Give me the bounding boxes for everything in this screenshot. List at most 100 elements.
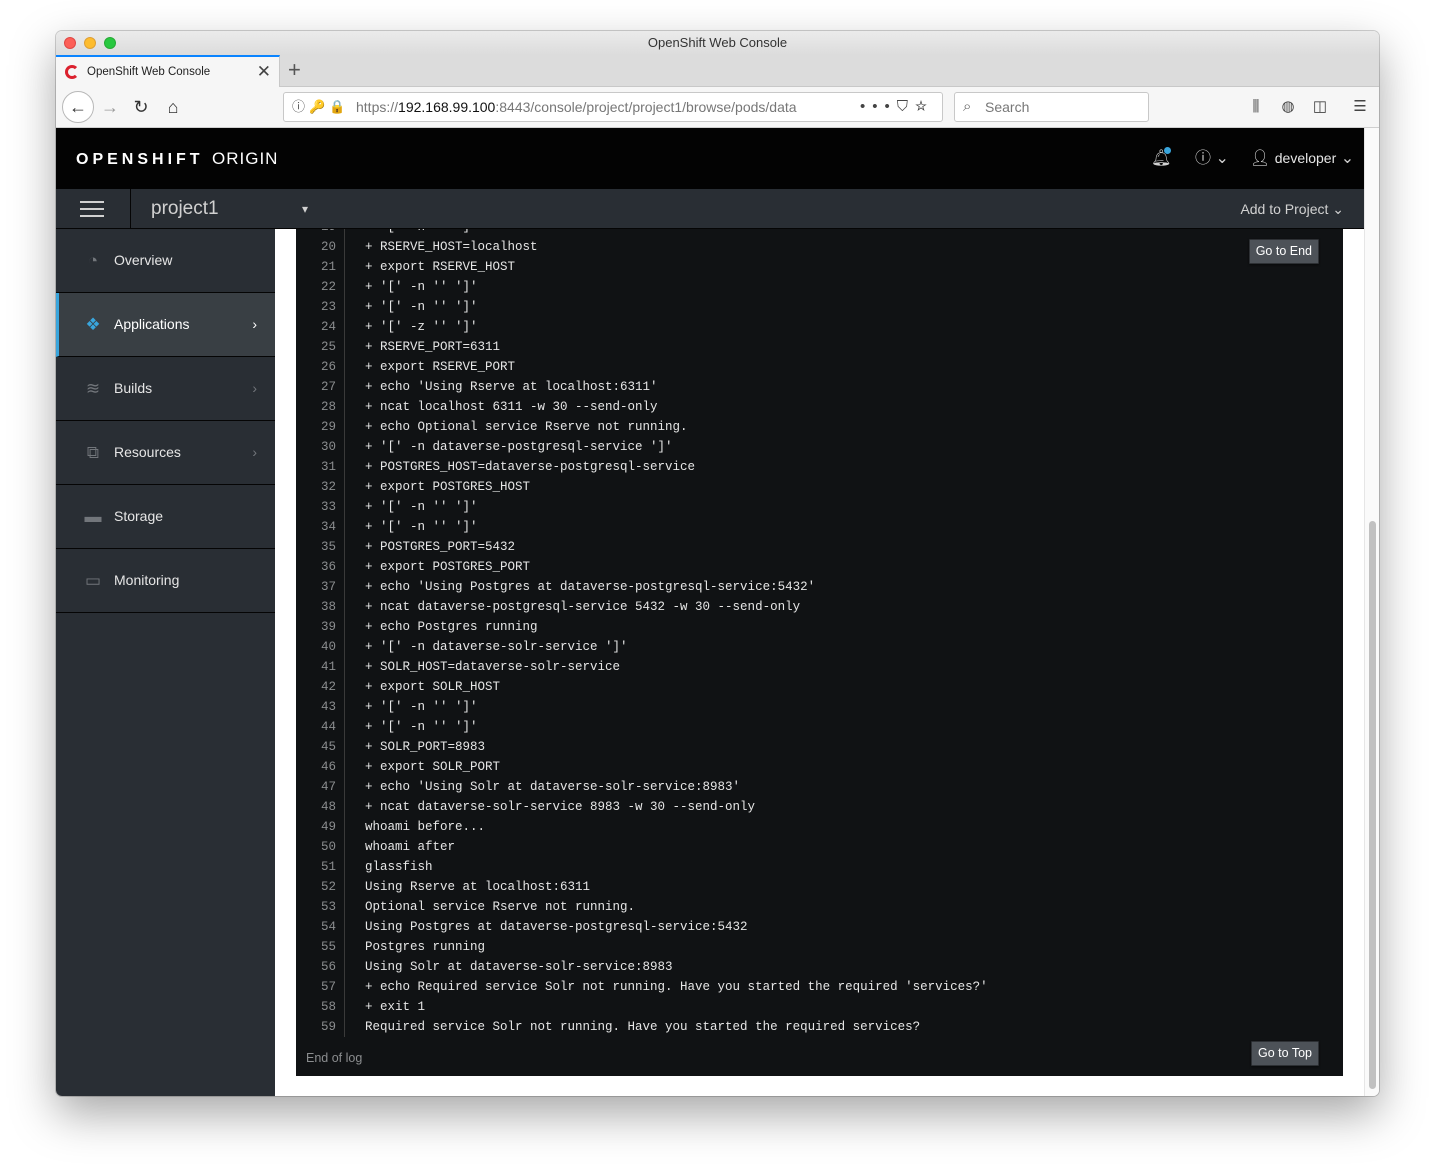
- log-line: 42 + export SOLR_HOST: [296, 677, 1343, 697]
- site-info-icon[interactable]: ⓘ🔑🔒: [292, 93, 349, 121]
- log-line: 54 Using Postgres at dataverse-postgresql…: [296, 917, 1343, 937]
- line-text: Using Solr at dataverse-solr-service:898…: [365, 960, 673, 974]
- line-number: 45: [296, 737, 345, 757]
- user-menu[interactable]: 👤︎ developer ⌄: [1250, 128, 1354, 189]
- close-window-button[interactable]: [64, 37, 76, 49]
- line-number: 55: [296, 937, 345, 957]
- scrollbar-thumb[interactable]: [1369, 521, 1376, 1089]
- line-text: + ncat dataverse-solr-service 8983 -w 30…: [365, 800, 756, 814]
- line-text: + echo 'Using Rserve at localhost:6311': [365, 380, 658, 394]
- line-text: + '[' -z '' ']': [365, 320, 478, 334]
- log-line: 28 + ncat localhost 6311 -w 30 --send-onl…: [296, 397, 1343, 417]
- line-number: 58: [296, 997, 345, 1017]
- log-line: 25 + RSERVE_PORT=6311: [296, 337, 1343, 357]
- line-text: + '[' -n '' ']': [365, 720, 478, 734]
- sidebar-toggle-icon[interactable]: ◫: [1308, 93, 1332, 121]
- home-icon[interactable]: ⌂: [159, 93, 187, 121]
- project-selector[interactable]: project1: [151, 189, 219, 229]
- chevron-down-icon[interactable]: ▾: [302, 189, 308, 229]
- line-number: 39: [296, 617, 345, 637]
- minimize-window-button[interactable]: [84, 37, 96, 49]
- go-to-top-button[interactable]: Go to Top: [1251, 1041, 1319, 1066]
- search-bar[interactable]: ⌕: [954, 92, 1149, 122]
- line-text: + export SOLR_PORT: [365, 760, 501, 774]
- menu-icon[interactable]: ☰: [1348, 93, 1372, 121]
- sidebar-item-overview[interactable]: ◔ Overview: [56, 229, 275, 293]
- line-number: 32: [296, 477, 345, 497]
- chevron-right-icon: ›: [252, 380, 257, 396]
- log-line: 26 + export RSERVE_PORT: [296, 357, 1343, 377]
- sidebar-item-monitoring[interactable]: ▭ Monitoring: [56, 549, 275, 613]
- line-text: whoami before...: [365, 820, 486, 834]
- url-bar[interactable]: ⓘ🔑🔒 https://192.168.99.100:8443/console/…: [283, 92, 943, 122]
- line-text: + '[' -n '' ']': [365, 229, 478, 234]
- sidebar-item-applications[interactable]: ❖ Applications ›: [56, 293, 275, 357]
- line-number: 46: [296, 757, 345, 777]
- line-number: 38: [296, 597, 345, 617]
- dashboard-icon: ◔: [87, 251, 99, 270]
- project-bar: project1 ▾ Add to Project ⌄: [56, 189, 1364, 229]
- notifications-bell-icon[interactable]: 🔔︎: [1151, 128, 1171, 189]
- end-of-log-label: End of log: [306, 1051, 363, 1065]
- sidebar-item-resources[interactable]: ⧉ Resources ›: [56, 421, 275, 485]
- line-number: 47: [296, 777, 345, 797]
- add-to-project-button[interactable]: Add to Project ⌄: [1240, 189, 1344, 229]
- log-line: 46 + export SOLR_PORT: [296, 757, 1343, 777]
- search-input[interactable]: [985, 96, 1140, 118]
- line-number: 23: [296, 297, 345, 317]
- log-line: 52 Using Rserve at localhost:6311: [296, 877, 1343, 897]
- sidebar-item-storage[interactable]: ▬ Storage: [56, 485, 275, 549]
- line-number: 22: [296, 277, 345, 297]
- hamburger-menu-icon[interactable]: [80, 201, 104, 217]
- reload-icon[interactable]: ↻: [127, 93, 155, 121]
- line-text: + '[' -n dataverse-solr-service ']': [365, 640, 628, 654]
- line-number: 43: [296, 697, 345, 717]
- line-number: 57: [296, 977, 345, 997]
- openshift-logo[interactable]: OPENSHIFT ORIGIN: [76, 128, 278, 190]
- page-scrollbar[interactable]: [1364, 128, 1379, 1096]
- line-text: Optional service Rserve not running.: [365, 900, 636, 914]
- page-actions-icon[interactable]: •••⛉☆: [860, 93, 934, 121]
- library-icon[interactable]: ⫼: [1244, 93, 1268, 121]
- browser-tab[interactable]: OpenShift Web Console ✕: [56, 55, 280, 87]
- new-tab-icon[interactable]: +: [288, 57, 301, 83]
- layers-icon: ≋: [85, 379, 101, 398]
- line-number: 29: [296, 417, 345, 437]
- line-text: + echo Optional service Rserve not runni…: [365, 420, 688, 434]
- line-number: 44: [296, 717, 345, 737]
- forward-arrow-icon[interactable]: →: [96, 93, 124, 121]
- line-number: 53: [296, 897, 345, 917]
- back-arrow-icon[interactable]: ←: [62, 91, 94, 123]
- openshift-header: OPENSHIFT ORIGIN 🔔︎ ⓘ ⌄ 👤︎ developer ⌄: [56, 128, 1364, 189]
- url-text[interactable]: https://192.168.99.100:8443/console/proj…: [356, 93, 830, 121]
- line-text: + '[' -n '' ']': [365, 520, 478, 534]
- line-number: 31: [296, 457, 345, 477]
- maximize-window-button[interactable]: [104, 37, 116, 49]
- divider: [130, 189, 131, 229]
- sidebar-item-label: Storage: [114, 508, 164, 524]
- cubes-icon: ❖: [85, 315, 101, 334]
- openshift-favicon-icon: [65, 65, 79, 79]
- line-text: whoami after: [365, 840, 456, 854]
- line-text: + RSERVE_HOST=localhost: [365, 240, 538, 254]
- log-line: 27 + echo 'Using Rserve at localhost:6311…: [296, 377, 1343, 397]
- line-number: 28: [296, 397, 345, 417]
- close-tab-icon[interactable]: ✕: [257, 62, 271, 82]
- log-line: 36 + export POSTGRES_PORT: [296, 557, 1343, 577]
- line-number: 35: [296, 537, 345, 557]
- line-number: 59: [296, 1017, 345, 1037]
- extension-icon[interactable]: ◍: [1276, 93, 1300, 121]
- sidebar-item-builds[interactable]: ≋ Builds ›: [56, 357, 275, 421]
- log-line: 43 + '[' -n '' ']': [296, 697, 1343, 717]
- log-line: 40 + '[' -n dataverse-solr-service ']': [296, 637, 1343, 657]
- main-content: 19 + '[' -n '' ']' 20 + RSERVE_HOST=localho…: [275, 229, 1364, 1096]
- line-number: 52: [296, 877, 345, 897]
- log-line: 34 + '[' -n '' ']': [296, 517, 1343, 537]
- go-to-end-button[interactable]: Go to End: [1248, 239, 1319, 264]
- help-icon[interactable]: ⓘ ⌄: [1195, 128, 1229, 189]
- sidebar-item-label: Monitoring: [114, 572, 180, 588]
- log-viewer[interactable]: 19 + '[' -n '' ']' 20 + RSERVE_HOST=localho…: [296, 229, 1343, 1076]
- line-number: 51: [296, 857, 345, 877]
- log-line: 21 + export RSERVE_HOST: [296, 257, 1343, 277]
- line-text: + export POSTGRES_PORT: [365, 560, 531, 574]
